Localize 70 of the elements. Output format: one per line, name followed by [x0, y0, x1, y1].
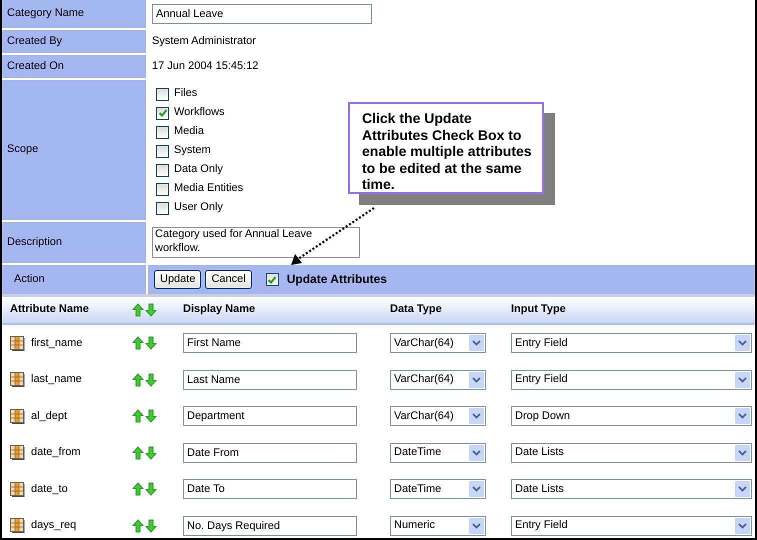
table-icon: [10, 518, 25, 534]
field-label: Description: [7, 236, 62, 250]
move-up-icon[interactable]: [132, 409, 144, 424]
text-field[interactable]: Department: [183, 406, 357, 426]
table-icon: [10, 445, 25, 460]
move-down-icon[interactable]: [145, 409, 157, 424]
column-header: Input Type: [511, 303, 566, 316]
move-up-icon[interactable]: [132, 372, 144, 387]
move-down-icon[interactable]: [145, 518, 157, 533]
field-label: Action: [14, 272, 45, 286]
checkbox-label: Media Entities: [174, 182, 244, 196]
field-value: 17 Jun 2004 15:45:12: [152, 60, 258, 74]
move-down-icon[interactable]: [145, 336, 157, 350]
checkbox-label: Update Attributes: [286, 272, 387, 287]
dropdown[interactable]: Entry Field: [511, 333, 752, 354]
column-header: Attribute Name: [10, 303, 89, 317]
checkbox[interactable]: [266, 273, 279, 286]
text-field[interactable]: Annual Leave: [152, 4, 372, 24]
checkbox-label: Data Only: [174, 163, 223, 177]
table-icon: [10, 372, 25, 388]
dropdown[interactable]: Date Lists: [511, 442, 752, 463]
text-field[interactable]: First Name: [183, 333, 357, 354]
checkbox-label: User Only: [174, 201, 223, 215]
field-label: Created On: [7, 60, 64, 74]
move-down-icon[interactable]: [145, 446, 157, 460]
move-down-icon[interactable]: [145, 303, 157, 317]
checkbox[interactable]: [156, 202, 169, 214]
field-label: Created By: [7, 34, 62, 48]
attribute-name: al_dept: [31, 410, 68, 423]
checkbox[interactable]: [156, 106, 169, 120]
move-down-icon[interactable]: [145, 372, 157, 387]
table-icon: [10, 482, 25, 497]
checkbox[interactable]: [156, 88, 169, 100]
table-icon: [10, 408, 25, 424]
attribute-name: date_from: [31, 446, 81, 460]
move-down-icon[interactable]: [145, 482, 157, 496]
field-label: Category Name: [7, 7, 84, 21]
text-field[interactable]: No. Days Required: [183, 516, 357, 536]
dropdown[interactable]: Date Lists: [511, 479, 752, 500]
attribute-name: date_to: [31, 482, 68, 496]
checkbox[interactable]: [156, 144, 169, 158]
move-up-icon[interactable]: [132, 336, 144, 350]
dropdown[interactable]: Entry Field: [511, 370, 752, 390]
move-up-icon[interactable]: [132, 446, 144, 460]
checkbox[interactable]: [156, 182, 169, 196]
text-field[interactable]: Last Name: [183, 370, 357, 390]
checkbox-label: Workflows: [174, 106, 225, 120]
text-field[interactable]: Date To: [183, 479, 357, 500]
text-field[interactable]: Date From: [183, 442, 357, 463]
field-label: Scope: [7, 143, 38, 157]
attribute-name: days_req: [31, 519, 76, 532]
checkbox[interactable]: [156, 126, 169, 138]
column-header: Display Name: [183, 303, 256, 316]
form-button[interactable]: Cancel: [205, 270, 252, 289]
description-field[interactable]: Category used for Annual Leave workflow.: [152, 227, 360, 258]
checkbox-label: Files: [174, 87, 198, 101]
move-up-icon[interactable]: [132, 482, 144, 496]
checkbox-label: System: [174, 144, 211, 158]
checkbox[interactable]: [156, 164, 169, 176]
dropdown[interactable]: Entry Field: [511, 516, 752, 536]
move-up-icon[interactable]: [132, 518, 144, 533]
attribute-name: first_name: [31, 336, 82, 350]
field-value: System Administrator: [152, 34, 256, 48]
form-button[interactable]: Update: [154, 270, 202, 289]
checkbox-label: Media: [174, 125, 204, 139]
dropdown[interactable]: Drop Down: [511, 406, 752, 426]
table-icon: [10, 336, 25, 351]
move-up-icon[interactable]: [132, 303, 144, 317]
column-header: Data Type: [390, 303, 442, 316]
attribute-name: last_name: [31, 373, 82, 386]
